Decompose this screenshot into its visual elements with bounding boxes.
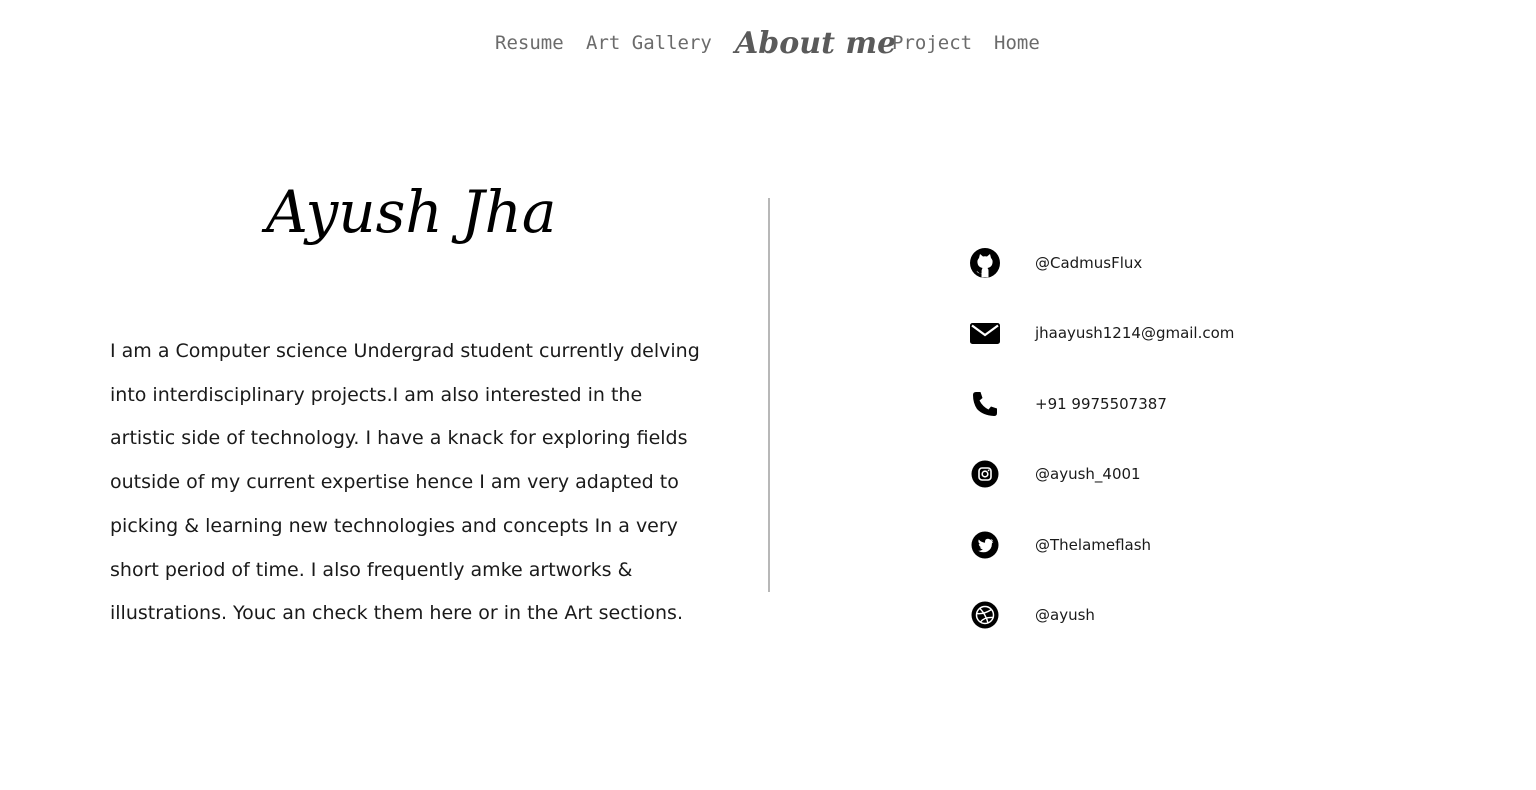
- instagram-handle[interactable]: @ayush_4001: [1035, 465, 1141, 483]
- profile-bio: I am a Computer science Undergrad studen…: [110, 340, 700, 625]
- nav-link-art-gallery[interactable]: Art Gallery: [586, 32, 712, 54]
- top-navigation: Resume Art Gallery About me Project Home: [0, 26, 1536, 66]
- github-icon[interactable]: [968, 246, 1002, 280]
- phone-number[interactable]: +91 9975507387: [1035, 395, 1167, 413]
- mail-icon[interactable]: [968, 316, 1002, 350]
- email-address[interactable]: jhaayush1214@gmail.com: [1035, 324, 1234, 342]
- instagram-icon[interactable]: [968, 457, 1002, 491]
- nav-link-home[interactable]: Home: [994, 32, 1040, 54]
- github-handle[interactable]: @CadmusFlux: [1035, 254, 1142, 272]
- profile-name: Ayush Jha: [266, 178, 557, 246]
- phone-icon[interactable]: [968, 387, 1002, 421]
- nav-link-project[interactable]: Project: [892, 32, 972, 54]
- twitter-handle[interactable]: @Thelameflash: [1035, 536, 1151, 554]
- dribbble-handle[interactable]: @ayush: [1035, 606, 1095, 624]
- dribbble-icon[interactable]: [968, 598, 1002, 632]
- twitter-icon[interactable]: [968, 528, 1002, 562]
- vertical-divider: [768, 198, 770, 592]
- nav-link-resume[interactable]: Resume: [495, 32, 564, 54]
- nav-link-about-me[interactable]: About me: [735, 26, 896, 61]
